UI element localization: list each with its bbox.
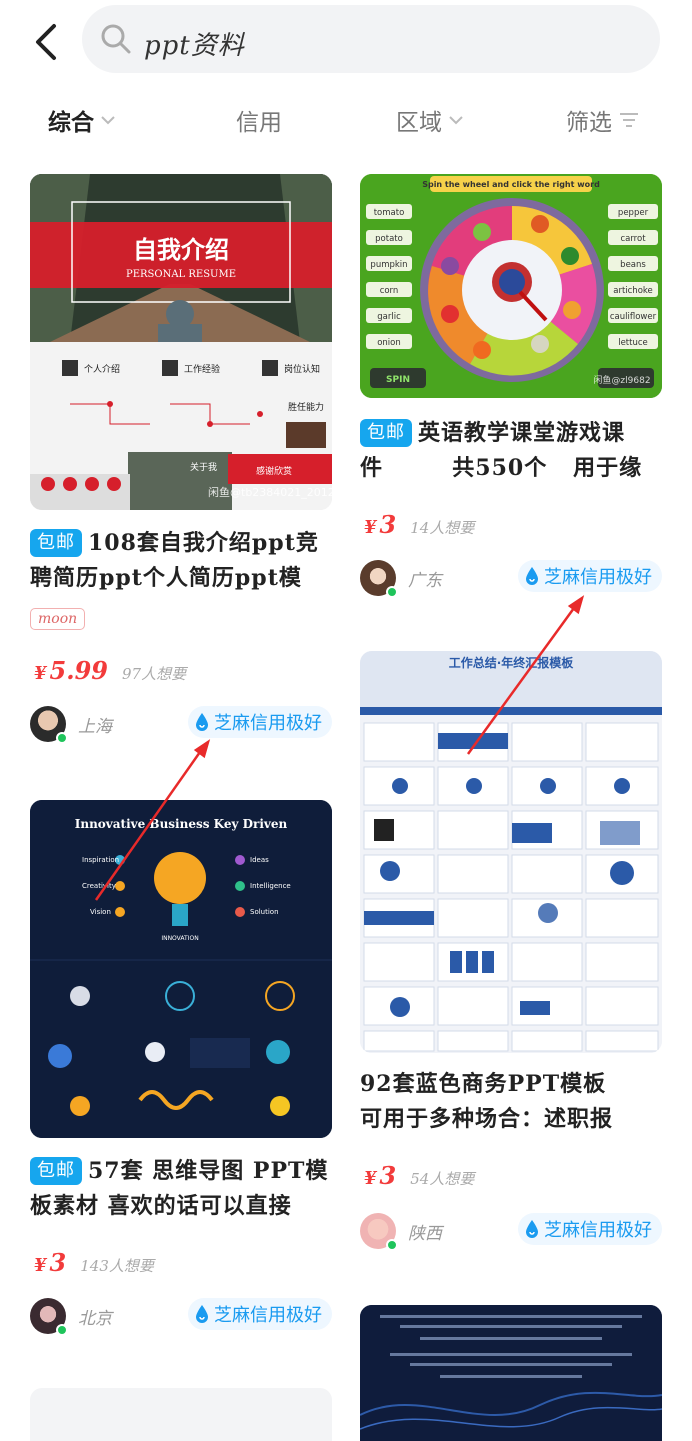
annotation-arrows: [94, 595, 585, 901]
